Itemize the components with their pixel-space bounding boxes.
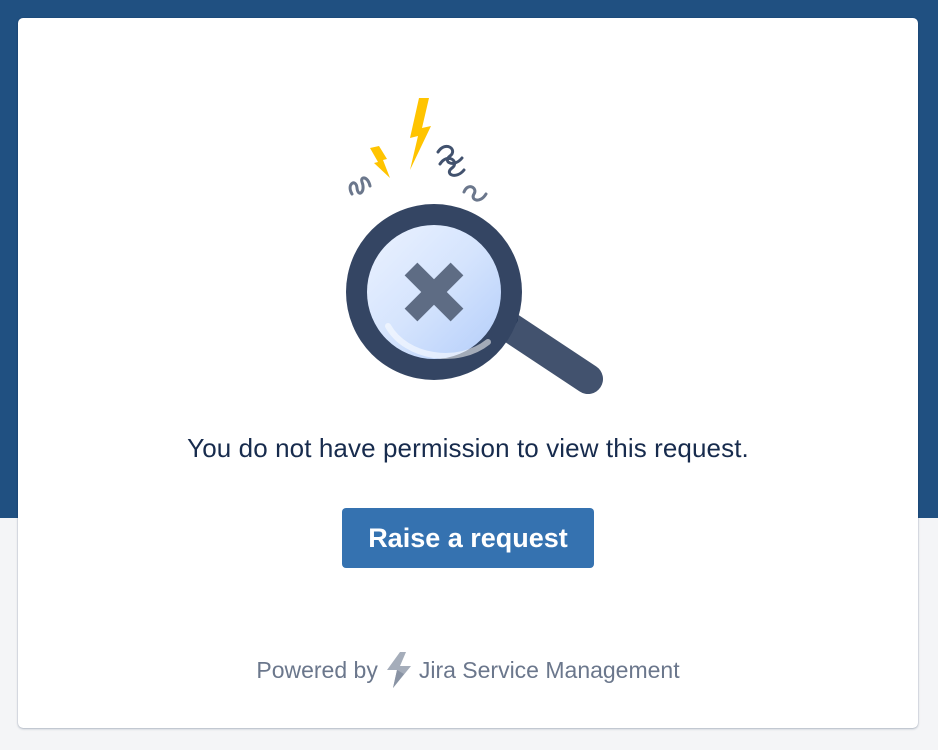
permission-error-card: You do not have permission to view this … xyxy=(18,18,918,728)
magnifying-glass-error-icon xyxy=(318,96,618,396)
jira-service-management-logo-icon xyxy=(384,651,414,689)
raise-request-button[interactable]: Raise a request xyxy=(342,508,594,568)
page: You do not have permission to view this … xyxy=(0,0,938,750)
powered-by-footer: Powered by Jira Service Management xyxy=(18,650,918,690)
powered-by-label: Powered by xyxy=(256,657,378,683)
permission-message: You do not have permission to view this … xyxy=(187,433,749,463)
product-name-link[interactable]: Jira Service Management xyxy=(419,650,680,690)
